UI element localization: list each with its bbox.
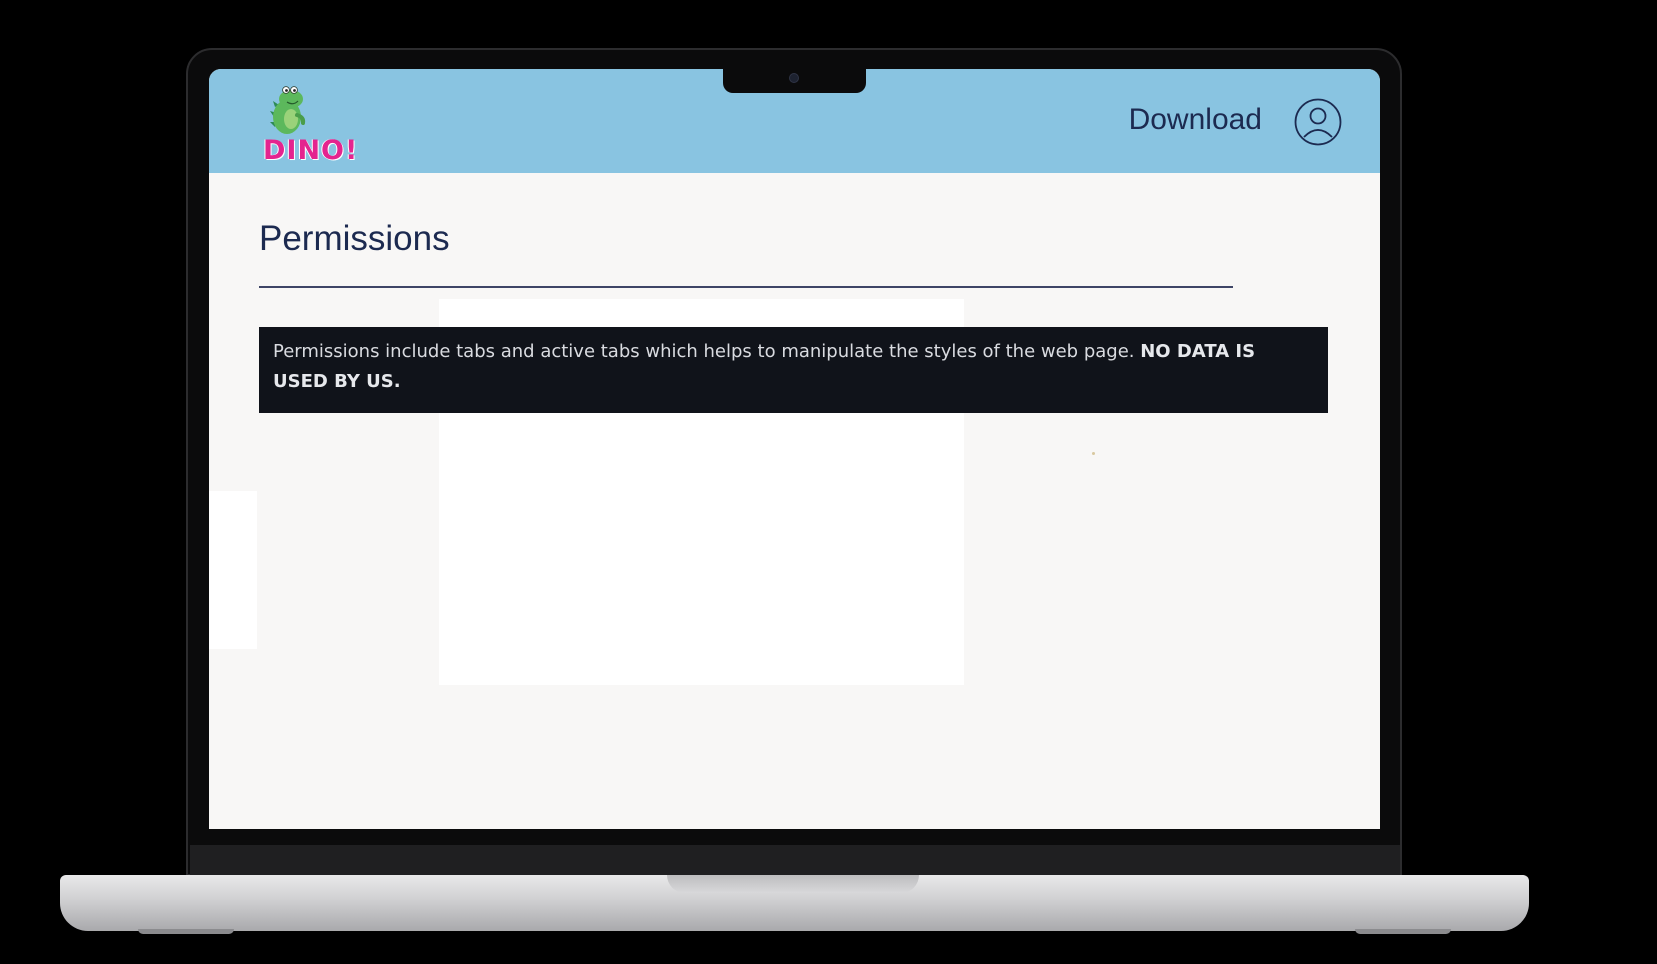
dino-logo[interactable]: DINO! — [235, 81, 357, 167]
laptop-foot-right — [1355, 929, 1451, 934]
camera-notch — [723, 69, 866, 93]
laptop-foot-left — [138, 929, 234, 934]
title-divider — [259, 286, 1233, 288]
laptop-base — [60, 875, 1529, 934]
lid-opening-notch — [667, 875, 919, 893]
user-account-button[interactable] — [1294, 98, 1342, 146]
page-title: Permissions — [259, 219, 450, 258]
speck — [1092, 452, 1095, 455]
user-circle-icon — [1294, 98, 1342, 146]
permissions-notice: Permissions include tabs and active tabs… — [259, 327, 1328, 413]
camera-icon — [789, 73, 799, 83]
laptop-chin — [190, 845, 1400, 877]
download-link[interactable]: Download — [1129, 103, 1262, 137]
browser-viewport: DINO! Download Permissions Permissions i… — [209, 69, 1380, 829]
logo-text: DINO! — [263, 135, 359, 166]
blank-side-strip — [209, 491, 257, 649]
notice-text: Permissions include tabs and active tabs… — [273, 341, 1141, 362]
